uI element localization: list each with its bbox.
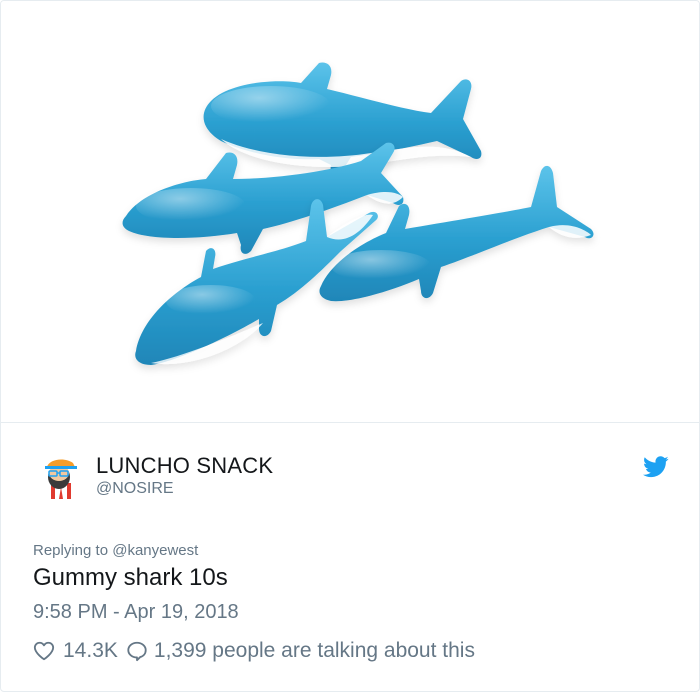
reply-context[interactable]: Replying to @kanyewest	[33, 542, 198, 559]
tweet-text: Gummy shark 10s	[33, 564, 228, 591]
talking-about-count[interactable]: 1,399 people are talking about this	[154, 639, 475, 663]
divider	[1, 422, 699, 423]
like-count[interactable]: 14.3K	[63, 639, 118, 663]
tweet-actions: 14.3K 1,399 people are talking about thi…	[33, 637, 475, 665]
tweet-card: LUNCHO SNACK @NOSIRE Replying to @kanyew…	[0, 0, 700, 692]
shark-top	[203, 62, 482, 175]
comment-bubble-icon[interactable]	[126, 640, 148, 662]
gummy-sharks-illustration	[122, 62, 594, 365]
avatar-cartoon-icon	[45, 459, 77, 499]
author-display-name[interactable]: LUNCHO SNACK	[96, 453, 273, 479]
twitter-bird-icon[interactable]	[643, 456, 669, 478]
tweet-timestamp[interactable]: 9:58 PM - Apr 19, 2018	[33, 601, 239, 624]
tweet-image[interactable]	[1, 1, 699, 422]
heart-icon[interactable]	[33, 640, 55, 662]
avatar[interactable]	[35, 453, 85, 503]
author-handle[interactable]: @NOSIRE	[96, 480, 174, 498]
